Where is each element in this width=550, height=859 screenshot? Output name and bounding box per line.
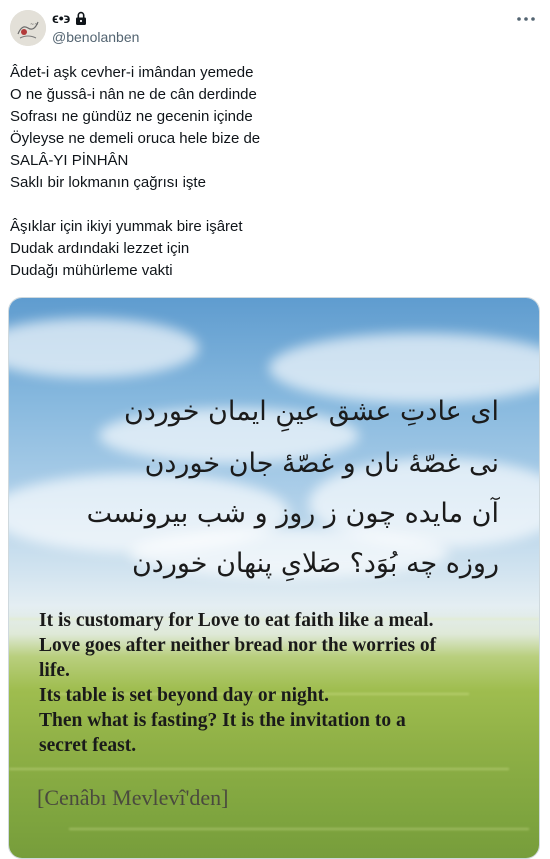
grass-streak bbox=[69, 828, 529, 830]
lock-icon bbox=[74, 11, 88, 26]
english-translation-line: Love goes after neither bread nor the wo… bbox=[39, 635, 437, 656]
english-translation-line: Its table is set beyond day or night. bbox=[39, 685, 330, 706]
image-attribution: [Cenâbı Mevlevî'den] bbox=[37, 785, 229, 810]
english-translation-line: life. bbox=[39, 660, 70, 681]
tweet-text-line: Dudağı mühürleme vakti bbox=[10, 262, 173, 279]
tweet-text-blank-line bbox=[10, 194, 530, 216]
tweet-text-line: Âşıklar için ikiyi yummak bire işâret bbox=[10, 218, 243, 235]
persian-verse-line: نی غصّهٔ نان و غصّهٔ جان خوردن bbox=[144, 448, 499, 479]
english-translation-line: It is customary for Love to eat faith li… bbox=[39, 610, 434, 631]
author-handle[interactable]: @benolanben bbox=[52, 29, 139, 45]
grass-streak bbox=[9, 768, 509, 770]
tweet-text-line: SALÂ-YI PİNHÂN bbox=[10, 152, 129, 169]
author-display-name[interactable]: ϵ•϶ bbox=[52, 10, 70, 26]
author-name-row[interactable]: ϵ•϶ bbox=[52, 8, 88, 28]
more-options-icon[interactable] bbox=[516, 12, 536, 26]
tweet-text-line: Öyleyse ne demeli oruca hele bize de bbox=[10, 130, 261, 147]
avatar-drawing-icon: ~~ bbox=[10, 10, 46, 46]
tweet-text-line: Sofrası ne gündüz ne gecenin içinde bbox=[10, 108, 253, 125]
tweet-text-line: Saklı bir lokmanın çağrısı işte bbox=[10, 174, 206, 191]
avatar[interactable]: ~~ bbox=[10, 10, 46, 46]
tweet: ~~ ϵ•϶ @benolanben Âdet-i aşk cevher-i i… bbox=[0, 0, 550, 859]
tweet-text-line: Âdet-i aşk cevher-i imândan yemede bbox=[10, 64, 254, 81]
tweet-text: Âdet-i aşk cevher-i imândan yemede O ne … bbox=[10, 62, 530, 282]
english-translation-line: secret feast. bbox=[39, 735, 137, 756]
tweet-text-line: Dudak ardındaki lezzet için bbox=[10, 240, 190, 257]
persian-verse-line: ای عادتِ عشق عینِ ایمان خوردن bbox=[123, 396, 499, 427]
persian-verse-line: آن مایده چون ز روز و شب بیرونست bbox=[86, 498, 499, 529]
tweet-text-line: O ne ğussâ-i nân ne de cân derdinde bbox=[10, 86, 257, 103]
svg-text:~~: ~~ bbox=[30, 22, 38, 28]
english-translation: It is customary for Love to eat faith li… bbox=[39, 608, 509, 758]
persian-verse-line: روزه چه بُوَد؟ صَلایِ پنهان خوردن bbox=[131, 548, 499, 579]
tweet-media-image[interactable]: ای عادتِ عشق عینِ ایمان خوردن نی غصّهٔ ن… bbox=[8, 297, 540, 859]
english-translation-line: Then what is fasting? It is the invitati… bbox=[39, 710, 406, 731]
